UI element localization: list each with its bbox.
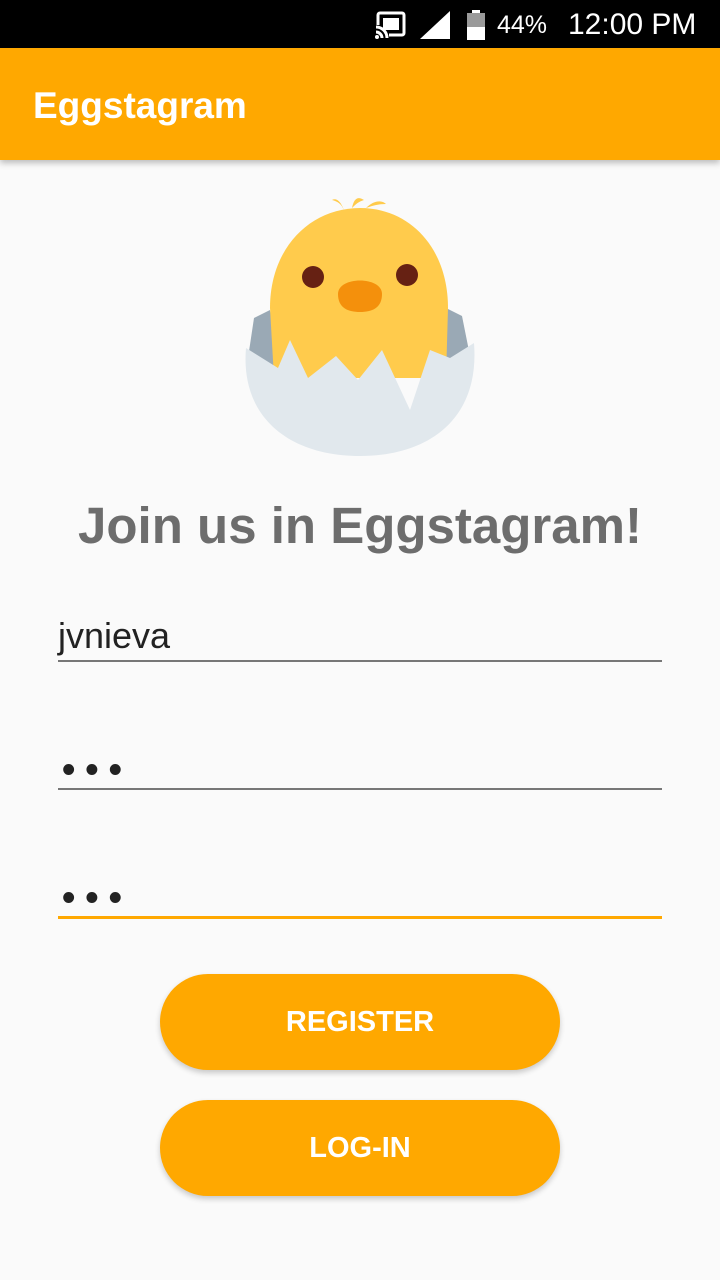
signal-icon [420, 11, 450, 39]
clock: 12:00 PM [568, 8, 697, 41]
battery-icon [467, 10, 485, 40]
app-bar: Eggstagram [0, 48, 720, 160]
login-button[interactable]: LOG-IN [160, 1100, 560, 1196]
page-headline: Join us in Eggstagram! [78, 497, 642, 554]
hatching-chick-icon [245, 198, 475, 456]
register-button[interactable]: REGISTER [160, 974, 560, 1070]
battery-percent: 44% [497, 11, 548, 39]
password-masked-value: ••• [62, 749, 132, 791]
confirm-password-masked-value: ••• [62, 877, 132, 919]
password-field[interactable]: ••• [58, 738, 662, 790]
username-field[interactable]: jvnieva [58, 610, 662, 662]
app-title: Eggstagram [33, 85, 247, 126]
status-bar: 44% 12:00 PM [0, 0, 720, 48]
cast-icon [375, 11, 406, 39]
confirm-password-field[interactable]: ••• [58, 866, 662, 919]
username-value: jvnieva [58, 615, 171, 656]
